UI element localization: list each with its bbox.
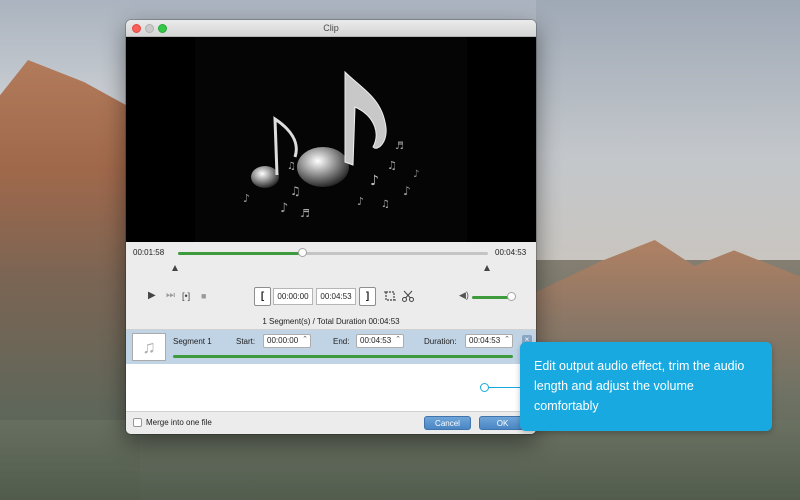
seek-progress-fill [178,252,303,255]
svg-text:♪: ♪ [403,184,411,198]
segment-end-label: End: [333,337,350,346]
scissors-icon[interactable] [401,289,415,303]
cancel-button[interactable]: Cancel [424,416,471,430]
segment-row[interactable]: ♫ Segment 1 Start: 00:00:00 End: 00:04:5… [126,330,536,364]
current-time-label: 00:01:58 [133,248,165,257]
clip-window: Clip ♪ ♫ ♪ ♬ ♪ ♫ ♪ ♬ ♪ ♫ ♪ ♫ 00:01:58 00… [126,20,536,434]
end-marker-handle[interactable] [484,265,490,271]
callout-anchor-dot [480,383,489,392]
svg-text:♪: ♪ [370,173,379,189]
video-preview[interactable]: ♪ ♫ ♪ ♬ ♪ ♫ ♪ ♬ ♪ ♫ ♪ ♫ [126,37,536,242]
desktop-sky [536,0,800,260]
svg-text:♫: ♫ [290,184,301,198]
merge-label[interactable]: Merge into one file [146,418,212,427]
segment-name: Segment 1 [173,337,212,346]
crop-icon[interactable] [383,289,397,303]
segment-summary: 1 Segment(s) / Total Duration 00:04:53 [126,314,536,329]
seek-handle[interactable] [298,248,308,257]
segment-list: ♫ Segment 1 Start: 00:00:00 End: 00:04:5… [126,329,536,411]
play-icon[interactable]: ▶ [148,289,156,303]
svg-text:♬: ♬ [300,207,310,220]
window-title: Clip [323,23,339,33]
callout-connector [487,387,521,388]
stop-icon[interactable]: ■ [201,289,206,303]
music-notes-image: ♪ ♫ ♪ ♬ ♪ ♫ ♪ ♬ ♪ ♫ ♪ ♫ [243,70,419,220]
segment-start-label: Start: [236,337,256,346]
segment-duration-stepper[interactable]: 00:04:53 [465,334,513,348]
next-frame-icon[interactable]: ⏭ [166,289,175,303]
svg-text:♫: ♫ [287,161,296,172]
svg-text:♫: ♫ [387,159,397,172]
start-marker-handle[interactable] [172,265,178,271]
svg-text:♪: ♪ [280,201,288,216]
svg-text:♪: ♪ [357,195,364,208]
svg-text:♪: ♪ [413,169,419,180]
volume-fill [472,296,512,299]
segment-end-stepper[interactable]: 00:04:53 [356,334,404,348]
volume-icon[interactable]: ◀) [459,290,469,301]
music-note-icon: ♫ [132,333,166,361]
start-time-field[interactable]: 00:00:00 [273,288,313,305]
ok-button[interactable]: OK [479,416,526,430]
svg-text:♫: ♫ [381,199,390,210]
seek-track[interactable] [178,252,488,255]
snapshot-icon[interactable]: [•] [182,289,190,303]
segment-range-bar [173,355,513,358]
set-end-button[interactable]: ] [359,287,376,306]
feature-callout: Edit output audio effect, trim the audio… [520,342,772,431]
dialog-footer: Merge into one file Cancel OK [126,411,536,434]
svg-text:♪: ♪ [243,192,250,205]
segment-duration-label: Duration: [424,337,457,346]
video-frame: ♪ ♫ ♪ ♬ ♪ ♫ ♪ ♬ ♪ ♫ ♪ ♫ [195,37,467,242]
timeline: 00:01:58 00:04:53 [126,242,536,280]
total-time-label: 00:04:53 [495,248,527,257]
playback-controls: ▶ ⏭ [•] ■ [ 00:00:00 00:04:53 ] ◀) [126,280,536,314]
title-bar[interactable]: Clip [126,20,536,37]
end-time-field[interactable]: 00:04:53 [316,288,356,305]
set-start-button[interactable]: [ [254,287,271,306]
volume-handle[interactable] [507,292,517,301]
segment-start-stepper[interactable]: 00:00:00 [263,334,311,348]
svg-text:♬: ♬ [395,141,404,152]
merge-checkbox[interactable] [133,418,142,427]
